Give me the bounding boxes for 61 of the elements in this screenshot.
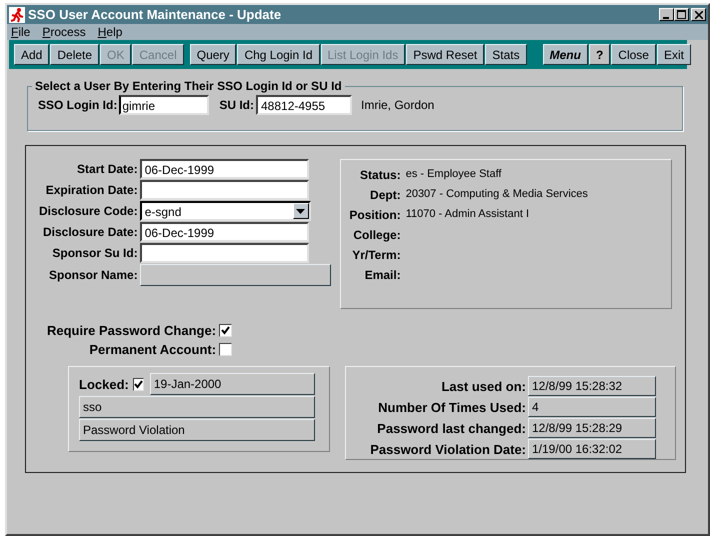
field-label: SU Id: <box>219 98 254 112</box>
menu-button[interactable]: Menu <box>542 44 588 65</box>
toolbar-button[interactable]: Close <box>611 44 656 65</box>
field-value: 20307 - Computing & Media Services <box>406 188 589 202</box>
dropdown-field[interactable]: e-sgnd <box>140 201 311 221</box>
input-field[interactable] <box>140 180 309 200</box>
checkbox-label: Permanent Account: <box>88 342 218 357</box>
readonly-field: 19-Jan-2000 <box>150 373 315 395</box>
field-label: Expiration Date: <box>44 183 139 197</box>
toolbar-button[interactable]: Pswd Reset <box>406 44 484 65</box>
readonly-field: 12/8/99 15:28:29 <box>528 418 656 438</box>
field-label: Start Date: <box>76 162 139 176</box>
field-label: Email: <box>364 268 401 282</box>
checkbox[interactable] <box>219 343 232 356</box>
toolbar-button[interactable]: Add <box>14 44 50 65</box>
field-label: Dept: <box>369 188 401 202</box>
toolbar-button[interactable]: Query <box>190 44 236 65</box>
field-label: Status: <box>359 168 401 182</box>
field-label: Yr/Term: <box>351 248 401 262</box>
input-field[interactable]: 06-Dec-1999 <box>140 159 309 179</box>
checkbox[interactable] <box>132 378 144 390</box>
help-button[interactable]: ? <box>588 44 610 65</box>
readonly-field: 1/19/00 16:32:02 <box>528 439 656 459</box>
readonly-field: Password Violation <box>79 419 315 441</box>
field-label: Position: <box>348 208 401 222</box>
menu-item[interactable]: File <box>11 25 30 39</box>
input-field[interactable]: gimrie <box>119 95 210 115</box>
checkbox-label: Require Password Change: <box>47 323 218 338</box>
readonly-field: sso <box>79 396 315 418</box>
input-field[interactable] <box>140 243 309 263</box>
menu-item[interactable]: Help <box>98 25 122 39</box>
readonly-field: 12/8/99 15:28:32 <box>528 376 656 396</box>
user-name: Imrie, Gordon <box>361 98 434 112</box>
minimize-icon[interactable] <box>659 8 674 21</box>
window-title: SSO User Account Maintenance - Update <box>28 7 282 22</box>
field-label: Sponsor Su Id: <box>51 246 139 260</box>
field-label: Sponsor Name: <box>48 268 139 282</box>
field-label: College: <box>352 228 401 242</box>
app-icon <box>9 6 25 22</box>
field-label: Disclosure Date: <box>42 225 139 239</box>
field-label: Password last changed: <box>376 420 526 436</box>
field-value: 11070 - Admin Assistant I <box>406 208 530 222</box>
checkbox-label: Locked: <box>79 376 129 392</box>
maximize-icon[interactable] <box>674 8 689 21</box>
menu-item[interactable]: Process <box>42 25 86 39</box>
field-label: Number Of Times Used: <box>377 400 526 414</box>
close-icon[interactable] <box>691 8 706 21</box>
field-label: Password Violation Date: <box>370 442 526 456</box>
toolbar-button[interactable]: Exit <box>656 44 691 65</box>
input-field[interactable]: 48812-4955 <box>256 95 352 115</box>
field-label: Last used on: <box>440 378 526 394</box>
field-label: SSO Login Id: <box>38 98 118 112</box>
toolbar-button[interactable]: Stats <box>485 44 527 65</box>
field-label: Disclosure Code: <box>39 204 139 218</box>
group-title: Select a User By Entering Their SSO Login Id or SU Id <box>34 79 343 93</box>
toolbar-button[interactable]: Chg Login Id <box>237 44 320 65</box>
field-value: es - Employee Staff <box>406 168 502 182</box>
input-field[interactable]: 06-Dec-1999 <box>140 222 309 242</box>
checkbox[interactable] <box>219 324 232 337</box>
toolbar-button[interactable]: Delete <box>50 44 100 65</box>
readonly-field: 4 <box>528 397 656 417</box>
